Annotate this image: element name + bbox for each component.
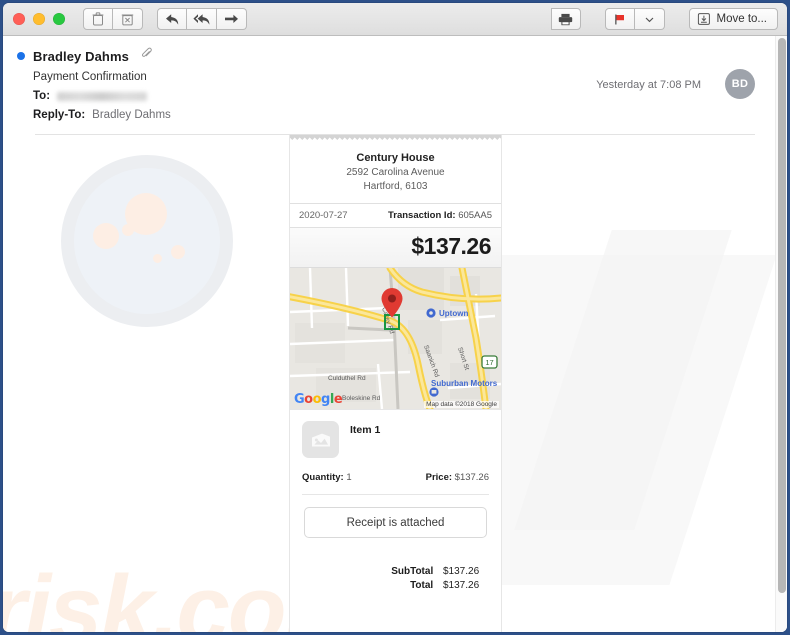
junk-icon bbox=[121, 14, 134, 26]
print-group bbox=[550, 8, 581, 30]
minimize-window-button[interactable] bbox=[33, 13, 45, 25]
total-value: $137.26 bbox=[443, 580, 480, 591]
item-thumbnail bbox=[302, 421, 339, 458]
delete-junk-group bbox=[83, 8, 143, 30]
to-label: To: bbox=[33, 90, 51, 102]
map-poi-label: Uptown bbox=[439, 309, 468, 318]
map-street-label: Boleskine Rd bbox=[342, 395, 381, 402]
flag-icon bbox=[615, 14, 624, 24]
svg-text:17: 17 bbox=[485, 358, 493, 367]
price-label: Price: bbox=[425, 472, 453, 483]
quantity-value: 1 bbox=[346, 472, 352, 483]
magnifying-glass-logo-icon bbox=[61, 155, 233, 327]
unread-indicator-icon[interactable] bbox=[17, 52, 25, 60]
total-label: Total bbox=[410, 580, 434, 591]
receipt-store-block: Century House 2592 Carolina Avenue Hartf… bbox=[290, 140, 501, 204]
to-value-redacted bbox=[57, 91, 148, 101]
junk-button[interactable] bbox=[113, 8, 143, 30]
transaction-id: 605AA5 bbox=[458, 210, 492, 221]
window-toolbar: Move to... bbox=[3, 3, 787, 36]
forward-arrow-icon bbox=[225, 14, 238, 23]
reply-button[interactable] bbox=[157, 8, 187, 30]
subtotal-label: SubTotal bbox=[391, 566, 434, 577]
reply-all-button[interactable] bbox=[187, 8, 217, 30]
item-name: Item 1 bbox=[350, 424, 381, 436]
store-address: 2592 Carolina Avenue bbox=[346, 167, 445, 178]
receipt-date: 2020-07-27 bbox=[299, 210, 348, 221]
reply-arrow-icon bbox=[165, 13, 178, 25]
transaction-label: Transaction Id: bbox=[387, 210, 456, 221]
store-name: Century House bbox=[356, 152, 435, 164]
google-logo: Google bbox=[294, 392, 343, 407]
to-field: To: bbox=[33, 90, 787, 102]
reply-all-arrow-icon bbox=[192, 13, 209, 25]
transaction-info: Transaction Id: 605AA5 bbox=[388, 210, 492, 221]
printer-icon bbox=[558, 13, 573, 25]
move-to-label: Move to... bbox=[716, 13, 768, 25]
window-controls bbox=[13, 13, 65, 25]
zoom-window-button[interactable] bbox=[53, 13, 65, 25]
map-street-label: Culduthel Rd bbox=[328, 375, 366, 382]
price-value: $137.26 bbox=[454, 472, 489, 483]
reply-to-label: Reply-To: bbox=[33, 109, 86, 121]
receipt-quantity-price-row: Quantity: 1 Price: $137.26 bbox=[290, 458, 501, 483]
receipt-amount: $137.26 bbox=[290, 228, 501, 268]
close-window-button[interactable] bbox=[13, 13, 25, 25]
paperclip-icon bbox=[141, 47, 152, 65]
receipt-attached-button[interactable]: Receipt is attached bbox=[304, 507, 487, 538]
receipt-tail-space bbox=[290, 594, 501, 632]
email-timestamp: Yesterday at 7:08 PM bbox=[596, 79, 701, 91]
email-header: Bradley Dahms Yesterday at 7:08 PM BD Pa… bbox=[3, 36, 787, 135]
flag-menu-button[interactable] bbox=[634, 8, 665, 30]
watermark-diagonal-shape-2 bbox=[514, 230, 732, 530]
header-divider bbox=[35, 134, 755, 135]
flag-button[interactable] bbox=[604, 8, 635, 30]
total-row: Total $137.26 bbox=[290, 580, 487, 591]
location-map[interactable]: Carey Rd Culduthel Rd Boleskine Rd Saani… bbox=[290, 268, 501, 409]
sender-name: Bradley Dahms bbox=[33, 48, 129, 64]
quantity-group: Quantity: 1 bbox=[302, 472, 352, 483]
reply-to-field: Reply-To: Bradley Dahms bbox=[33, 109, 787, 121]
reply-forward-group bbox=[157, 8, 247, 30]
subtotal-row: SubTotal $137.26 bbox=[290, 566, 487, 577]
map-attribution: Map data ©2018 Google bbox=[424, 401, 499, 408]
price-group: Price: $137.26 bbox=[426, 472, 489, 483]
move-to-folder-icon bbox=[697, 13, 710, 25]
email-body: risk.com Century House 2592 Carolina Ave… bbox=[3, 135, 787, 632]
quantity-label: Quantity: bbox=[302, 472, 344, 483]
receipt-item-row: Item 1 bbox=[290, 409, 501, 458]
reply-to-value: Bradley Dahms bbox=[92, 109, 171, 121]
print-button[interactable] bbox=[550, 8, 581, 30]
store-city: Hartford, 6103 bbox=[363, 181, 428, 192]
receipt-totals: SubTotal $137.26 Total $137.26 bbox=[290, 566, 487, 591]
sender-row: Bradley Dahms bbox=[3, 47, 787, 65]
avatar: BD bbox=[725, 69, 755, 99]
broken-image-icon bbox=[311, 433, 330, 446]
mail-window: Move to... Bradley Dahms Yesterday at 7:… bbox=[3, 3, 787, 632]
trash-icon bbox=[92, 12, 104, 26]
map-graphic: Carey Rd Culduthel Rd Boleskine Rd Saani… bbox=[290, 268, 501, 409]
receipt-card: Century House 2592 Carolina Avenue Hartf… bbox=[290, 135, 501, 632]
receipt-separator bbox=[302, 494, 489, 495]
receipt-meta-row: 2020-07-27 Transaction Id: 605AA5 bbox=[290, 204, 501, 228]
toolbar-right-group: Move to... bbox=[550, 8, 778, 30]
flag-group bbox=[604, 8, 665, 30]
subtotal-value: $137.26 bbox=[443, 566, 480, 577]
forward-button[interactable] bbox=[217, 8, 247, 30]
move-to-button[interactable]: Move to... bbox=[688, 8, 778, 30]
map-poi-label: Suburban Motors bbox=[431, 379, 498, 388]
delete-button[interactable] bbox=[83, 8, 113, 30]
chevron-down-icon bbox=[645, 17, 653, 22]
